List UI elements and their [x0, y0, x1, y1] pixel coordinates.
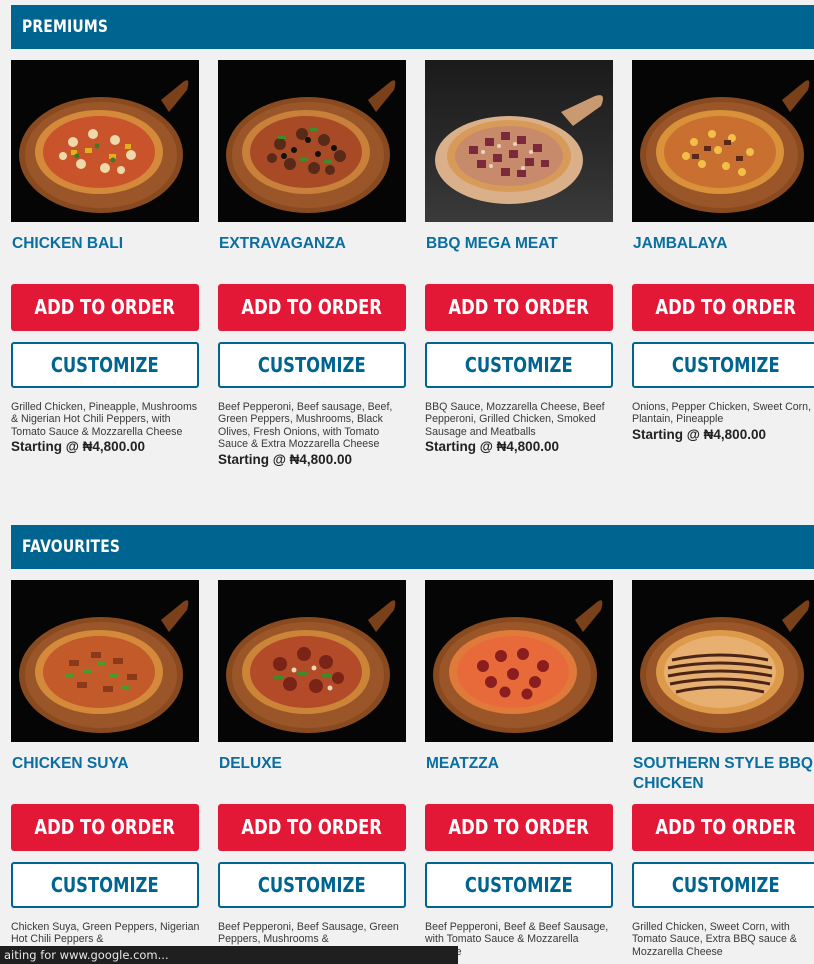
- product-description: Grilled Chicken, Sweet Corn, with Tomato…: [632, 921, 814, 958]
- add-to-order-label: ADD TO ORDER: [448, 815, 590, 839]
- add-to-order-button[interactable]: ADD TO ORDER: [218, 804, 406, 851]
- section-header-premiums: PREMIUMS: [11, 5, 814, 49]
- customize-label: CUSTOMIZE: [465, 353, 573, 377]
- product-description: Beef Pepperoni, Beef Sausage, Green Pepp…: [218, 921, 408, 946]
- add-to-order-button[interactable]: ADD TO ORDER: [425, 804, 613, 851]
- product-description: Grilled Chicken, Pineapple, Mushrooms & …: [11, 401, 201, 455]
- add-to-order-button[interactable]: ADD TO ORDER: [425, 284, 613, 331]
- pizza-image[interactable]: [218, 60, 406, 222]
- description-text: Grilled Chicken, Pineapple, Mushrooms & …: [11, 401, 198, 438]
- customize-button[interactable]: CUSTOMIZE: [425, 342, 613, 388]
- customize-label: CUSTOMIZE: [258, 873, 366, 897]
- product-name[interactable]: MEATZZA: [426, 754, 612, 774]
- add-to-order-button[interactable]: ADD TO ORDER: [632, 284, 814, 331]
- product-card-meatzza: MEATZZA ADD TO ORDER CUSTOMIZE Beef Pepp…: [425, 580, 613, 958]
- description-text: Beef Pepperoni, Beef sausage, Beef, Gree…: [218, 401, 393, 451]
- add-to-order-button[interactable]: ADD TO ORDER: [11, 804, 199, 851]
- description-text: Onions, Pepper Chicken, Sweet Corn, Plan…: [632, 401, 812, 426]
- product-price: Starting @ ₦4,800.00: [218, 451, 352, 467]
- customize-button[interactable]: CUSTOMIZE: [11, 862, 199, 908]
- pizza-image[interactable]: [11, 60, 199, 222]
- product-price: Starting @ ₦4,800.00: [632, 426, 766, 442]
- customize-label: CUSTOMIZE: [465, 873, 573, 897]
- pizza-image[interactable]: [632, 60, 814, 222]
- product-card-chicken-suya: CHICKEN SUYA ADD TO ORDER CUSTOMIZE Chic…: [11, 580, 199, 945]
- product-price: Starting @ ₦4,800.00: [425, 439, 559, 455]
- customize-button[interactable]: CUSTOMIZE: [218, 862, 406, 908]
- add-to-order-button[interactable]: ADD TO ORDER: [632, 804, 814, 851]
- customize-button[interactable]: CUSTOMIZE: [632, 342, 814, 388]
- customize-label: CUSTOMIZE: [672, 873, 780, 897]
- description-text: Chicken Suya, Green Peppers, Nigerian Ho…: [11, 921, 200, 946]
- product-description: Onions, Pepper Chicken, Sweet Corn, Plan…: [632, 401, 814, 443]
- add-to-order-label: ADD TO ORDER: [448, 295, 590, 319]
- product-card-extravaganza: EXTRAVAGANZA ADD TO ORDER CUSTOMIZE Beef…: [218, 60, 406, 467]
- pizza-image[interactable]: [632, 580, 814, 742]
- customize-label: CUSTOMIZE: [672, 353, 780, 377]
- add-to-order-label: ADD TO ORDER: [655, 295, 797, 319]
- add-to-order-label: ADD TO ORDER: [34, 295, 176, 319]
- add-to-order-button[interactable]: ADD TO ORDER: [218, 284, 406, 331]
- product-card-jambalaya: JAMBALAYA ADD TO ORDER CUSTOMIZE Onions,…: [632, 60, 814, 442]
- description-text: Beef Pepperoni, Beef Sausage, Green Pepp…: [218, 921, 399, 946]
- add-to-order-label: ADD TO ORDER: [241, 815, 383, 839]
- description-text: Grilled Chicken, Sweet Corn, with Tomato…: [632, 921, 797, 958]
- product-price: Starting @ ₦4,800.00: [11, 439, 145, 455]
- browser-status-bar: aiting for www.google.com...: [0, 946, 458, 964]
- description-text: BBQ Sauce, Mozzarella Cheese, Beef Peppe…: [425, 401, 605, 438]
- section-title: PREMIUMS: [22, 17, 109, 37]
- product-name[interactable]: CHICKEN SUYA: [12, 754, 198, 774]
- add-to-order-label: ADD TO ORDER: [34, 815, 176, 839]
- customize-button[interactable]: CUSTOMIZE: [425, 862, 613, 908]
- customize-label: CUSTOMIZE: [51, 353, 159, 377]
- status-text: aiting for www.google.com...: [4, 948, 169, 962]
- customize-button[interactable]: CUSTOMIZE: [218, 342, 406, 388]
- product-card-southern-style-bbq-chicken: SOUTHERN STYLE BBQ CHICKEN ADD TO ORDER …: [632, 580, 814, 958]
- pizza-image[interactable]: [11, 580, 199, 742]
- product-card-bbq-mega-meat: BBQ MEGA MEAT ADD TO ORDER CUSTOMIZE BBQ…: [425, 60, 613, 454]
- product-name[interactable]: DELUXE: [219, 754, 405, 774]
- product-card-deluxe: DELUXE ADD TO ORDER CUSTOMIZE Beef Peppe…: [218, 580, 406, 945]
- product-card-chicken-bali: CHICKEN BALI ADD TO ORDER CUSTOMIZE Gril…: [11, 60, 199, 454]
- product-name[interactable]: JAMBALAYA: [633, 234, 814, 254]
- product-description: BBQ Sauce, Mozzarella Cheese, Beef Peppe…: [425, 401, 615, 455]
- customize-button[interactable]: CUSTOMIZE: [632, 862, 814, 908]
- pizza-image[interactable]: [425, 580, 613, 742]
- pizza-image[interactable]: [218, 580, 406, 742]
- product-name[interactable]: BBQ MEGA MEAT: [426, 234, 612, 254]
- product-name[interactable]: SOUTHERN STYLE BBQ CHICKEN: [633, 754, 814, 794]
- product-name[interactable]: EXTRAVAGANZA: [219, 234, 405, 254]
- customize-label: CUSTOMIZE: [51, 873, 159, 897]
- product-name[interactable]: CHICKEN BALI: [12, 234, 198, 254]
- product-description: Chicken Suya, Green Peppers, Nigerian Ho…: [11, 921, 201, 946]
- pizza-image[interactable]: [425, 60, 613, 222]
- section-title: FAVOURITES: [22, 537, 121, 557]
- add-to-order-label: ADD TO ORDER: [655, 815, 797, 839]
- add-to-order-button[interactable]: ADD TO ORDER: [11, 284, 199, 331]
- customize-button[interactable]: CUSTOMIZE: [11, 342, 199, 388]
- customize-label: CUSTOMIZE: [258, 353, 366, 377]
- product-description: Beef Pepperoni, Beef sausage, Beef, Gree…: [218, 401, 408, 468]
- section-header-favourites: FAVOURITES: [11, 525, 814, 569]
- add-to-order-label: ADD TO ORDER: [241, 295, 383, 319]
